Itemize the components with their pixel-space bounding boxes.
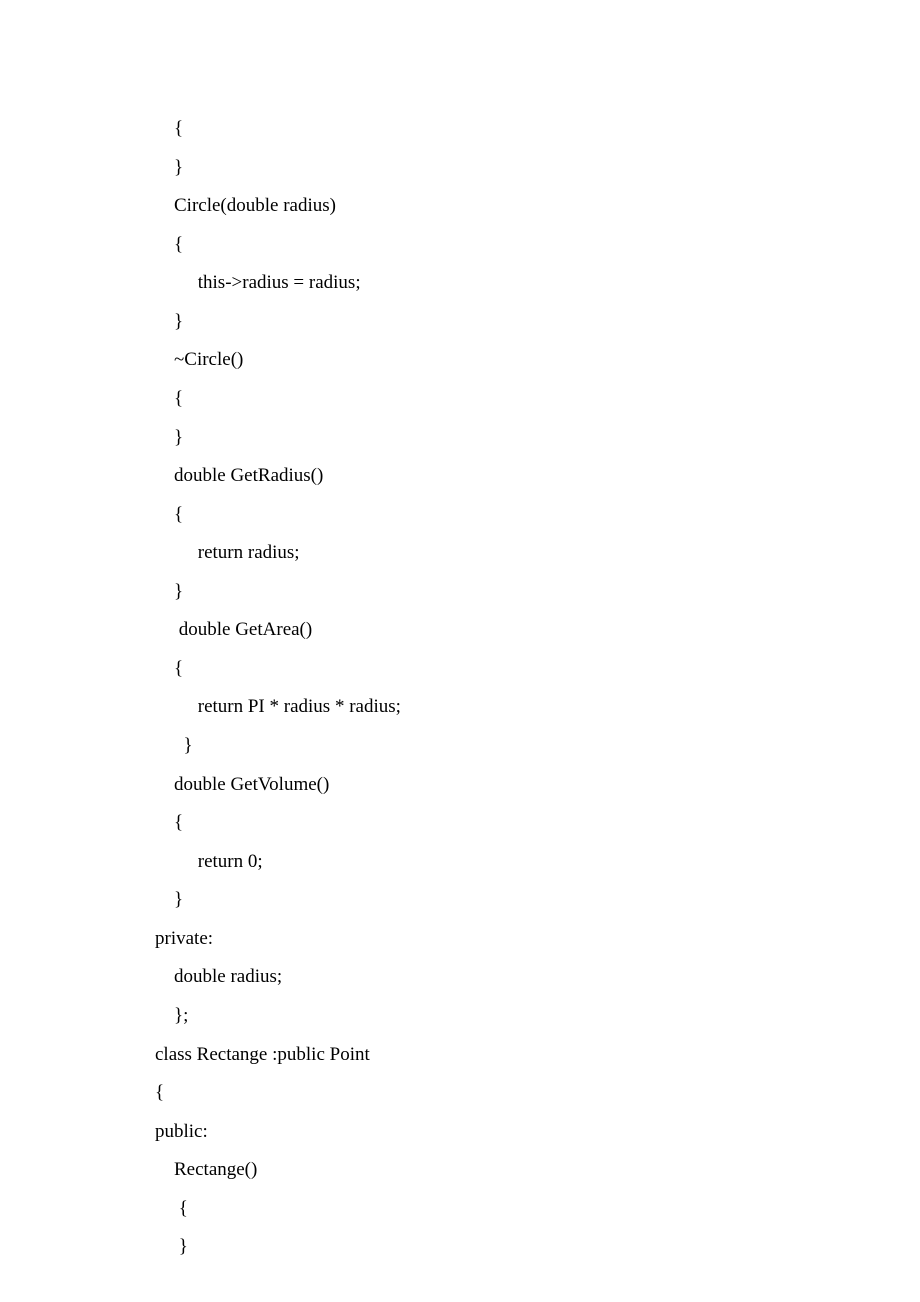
code-line: {	[155, 380, 920, 419]
code-line: ~Circle()	[155, 341, 920, 380]
code-line: class Rectange :public Point	[155, 1036, 920, 1075]
code-line: };	[155, 997, 920, 1036]
code-line: double radius;	[155, 958, 920, 997]
code-line: }	[155, 419, 920, 458]
code-line: Rectange()	[155, 1151, 920, 1190]
code-line: {	[155, 650, 920, 689]
code-line: double GetRadius()	[155, 457, 920, 496]
code-line: this->radius = radius;	[155, 264, 920, 303]
code-line: {	[155, 226, 920, 265]
code-line: }	[155, 727, 920, 766]
code-line: return PI * radius * radius;	[155, 688, 920, 727]
code-line: return 0;	[155, 843, 920, 882]
code-line: {	[155, 1190, 920, 1229]
code-page: { } Circle(double radius) { this->radius…	[0, 0, 920, 1267]
code-line: public:	[155, 1113, 920, 1152]
code-line: private:	[155, 920, 920, 959]
code-line: {	[155, 110, 920, 149]
code-line: {	[155, 1074, 920, 1113]
code-line: {	[155, 496, 920, 535]
code-line: }	[155, 303, 920, 342]
code-line: }	[155, 149, 920, 188]
code-line: }	[155, 573, 920, 612]
code-line: double GetVolume()	[155, 766, 920, 805]
code-line: }	[155, 881, 920, 920]
code-line: Circle(double radius)	[155, 187, 920, 226]
code-line: double GetArea()	[155, 611, 920, 650]
code-line: {	[155, 804, 920, 843]
code-line: }	[155, 1228, 920, 1267]
code-line: return radius;	[155, 534, 920, 573]
